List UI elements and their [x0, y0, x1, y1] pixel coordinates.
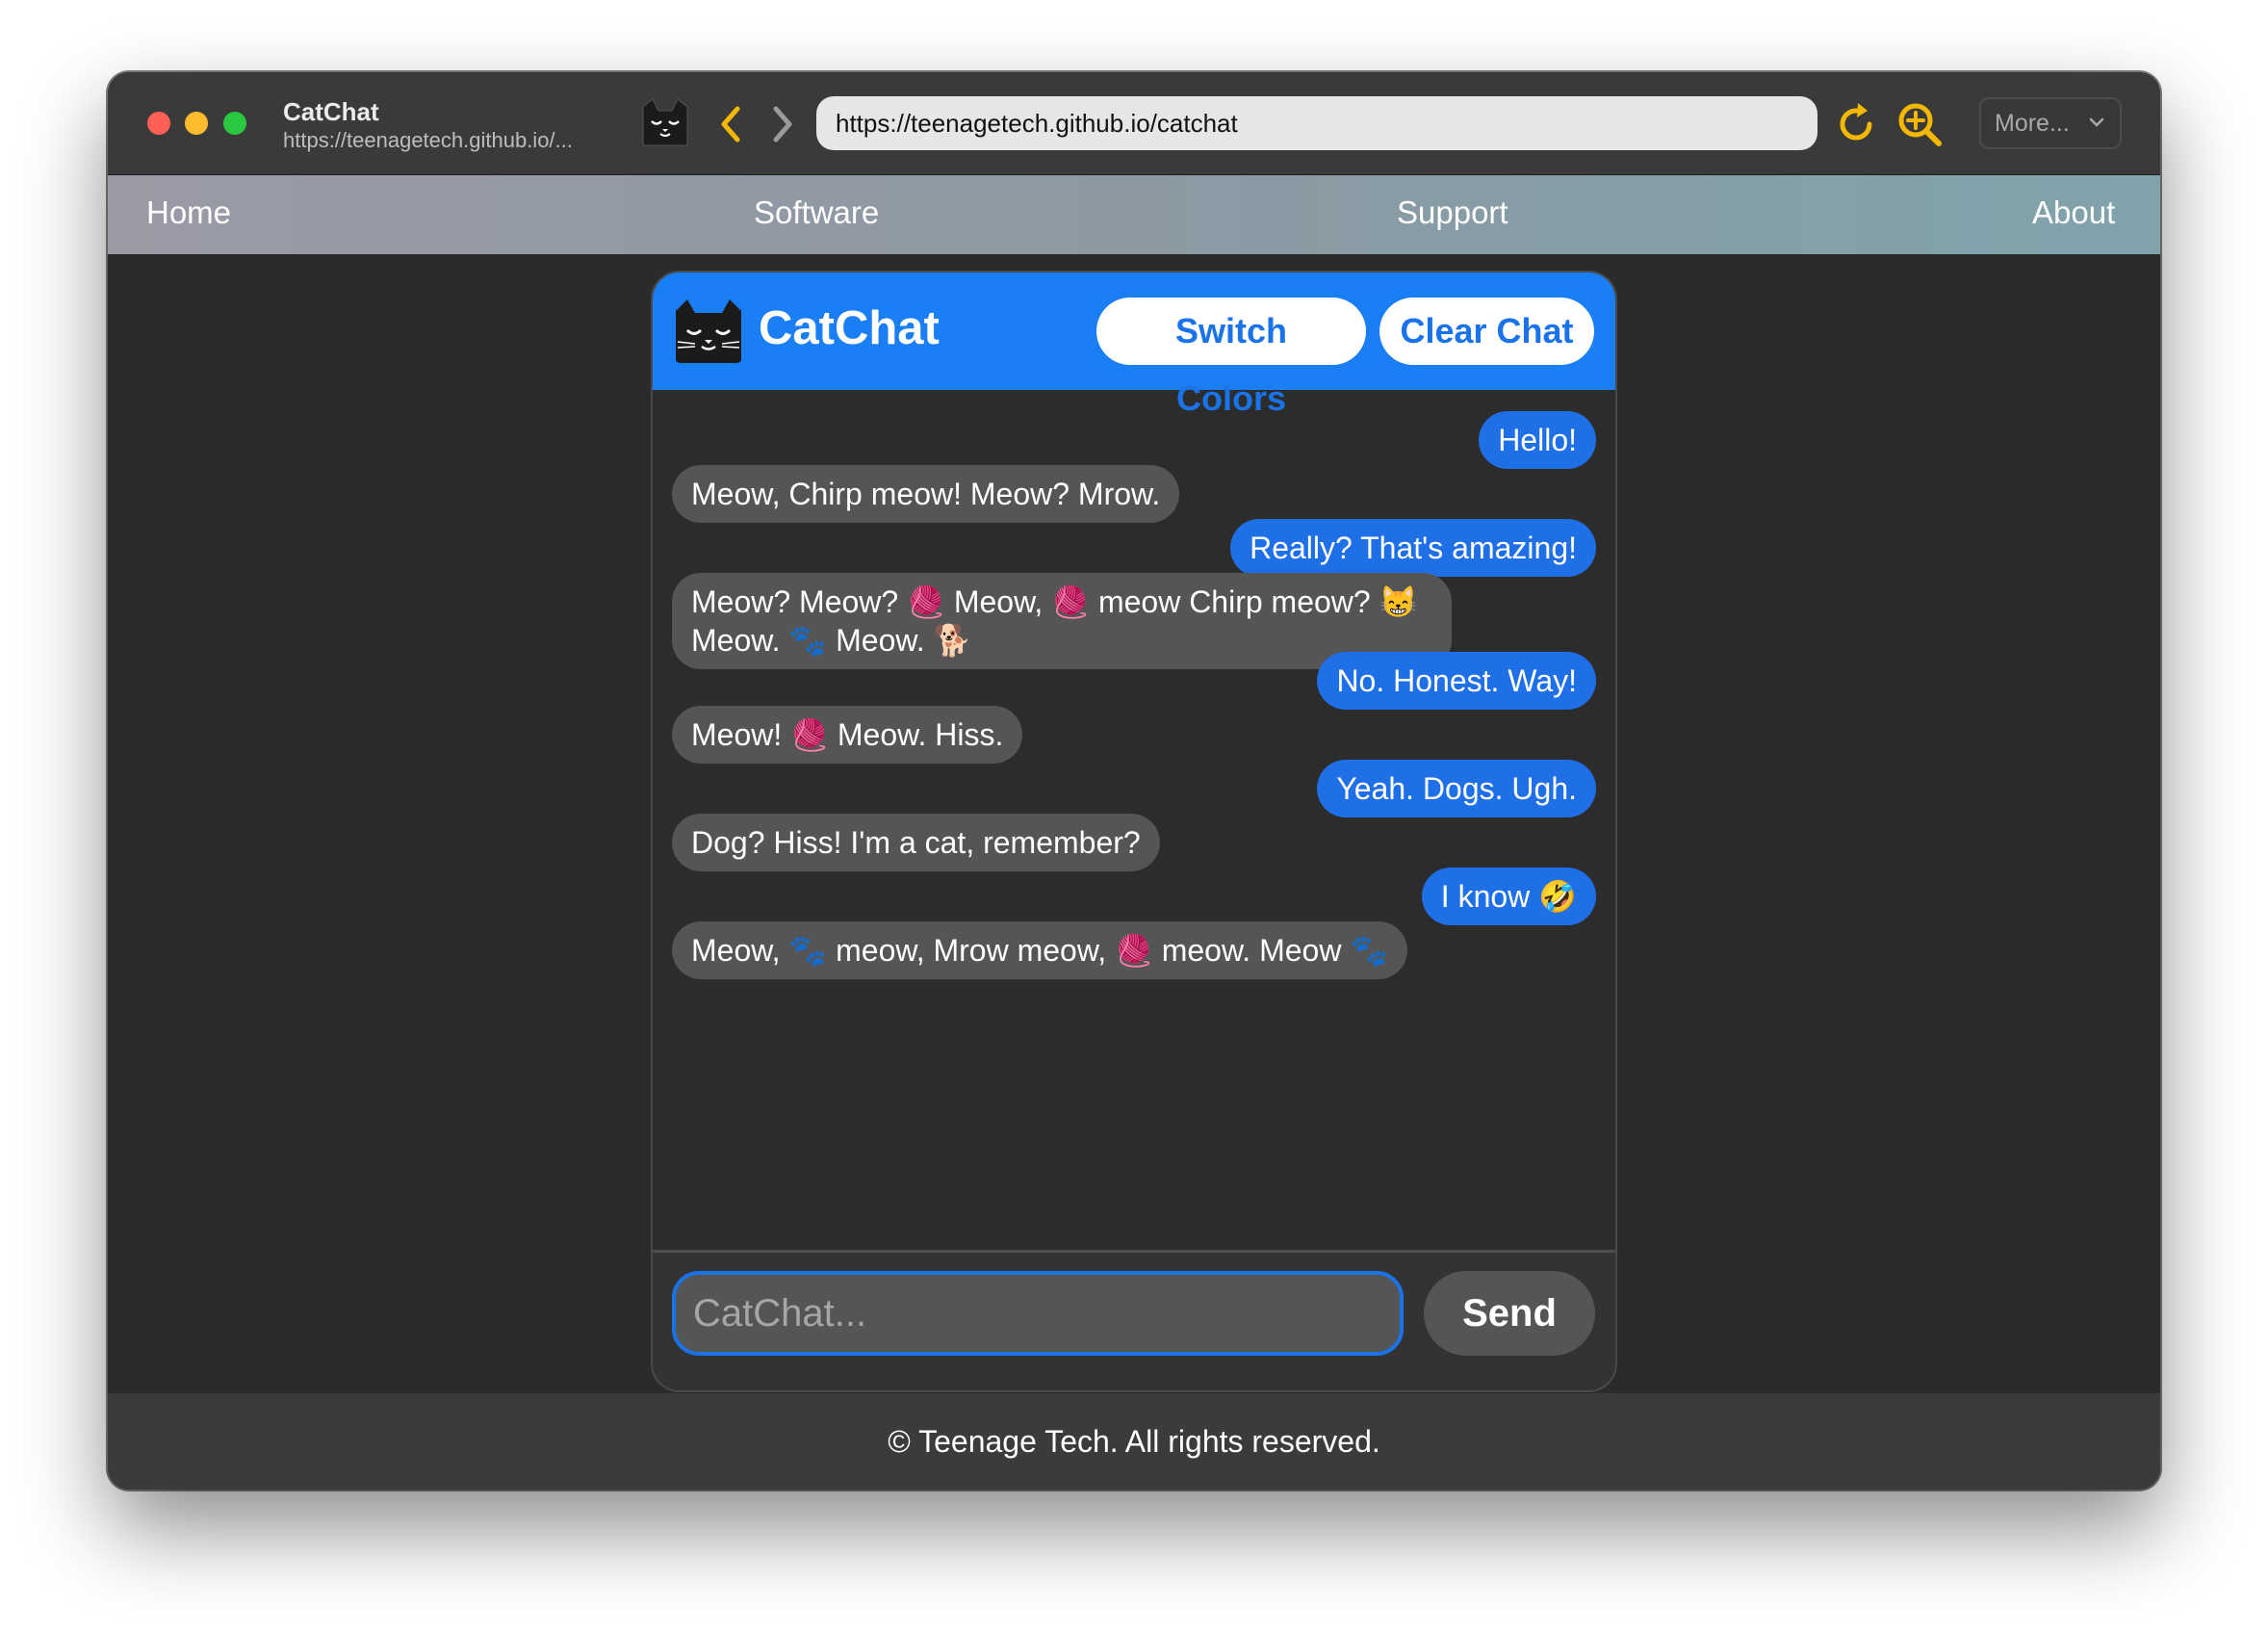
cat-logo-icon — [676, 299, 741, 363]
nav-home-link[interactable]: Home — [146, 194, 231, 231]
message-user: Really? That's amazing! — [1230, 519, 1596, 577]
clear-chat-button[interactable]: Clear Chat — [1379, 298, 1594, 365]
site-navigation: Home Software Support About — [108, 175, 2160, 254]
zoom-window-button[interactable] — [223, 112, 246, 135]
chat-message-input[interactable] — [672, 1271, 1404, 1356]
close-window-button[interactable] — [147, 112, 170, 135]
window-title: CatChat — [283, 97, 379, 126]
message-user: I know 🤣 — [1421, 868, 1596, 925]
window-subtitle-url: https://teenagetech.github.io/... — [283, 128, 573, 152]
title-bar: CatChat https://teenagetech.github.io/..… — [108, 72, 2160, 175]
more-dropdown-label: More... — [1995, 110, 2070, 137]
address-bar[interactable]: https://teenagetech.github.io/catchat — [816, 96, 1817, 150]
message-user: No. Honest. Way! — [1317, 652, 1596, 710]
chevron-down-icon — [2089, 117, 2104, 127]
chat-header: CatChat Switch Colors Clear Chat — [653, 272, 1615, 418]
cat-app-icon — [642, 98, 688, 146]
message-user: Hello! — [1479, 411, 1596, 469]
reload-icon[interactable] — [1831, 99, 1881, 149]
forward-icon[interactable] — [766, 103, 799, 145]
send-button[interactable]: Send — [1424, 1271, 1595, 1356]
message-cat: Dog? Hiss! I'm a cat, remember? — [672, 814, 1160, 871]
minimize-window-button[interactable] — [185, 112, 208, 135]
message-cat: Meow! 🧶 Meow. Hiss. — [672, 706, 1023, 764]
nav-software-link[interactable]: Software — [754, 194, 879, 231]
chat-input-area: Send — [653, 1250, 1615, 1390]
message-user: Yeah. Dogs. Ugh. — [1317, 760, 1596, 817]
nav-support-link[interactable]: Support — [1397, 194, 1508, 231]
chat-title: CatChat — [759, 302, 940, 354]
more-dropdown[interactable]: More... — [1979, 97, 2122, 149]
page-footer: © Teenage Tech. All rights reserved. — [108, 1393, 2160, 1490]
back-icon[interactable] — [714, 103, 747, 145]
browser-window: CatChat https://teenagetech.github.io/..… — [108, 72, 2160, 1490]
message-list: Hello! Meow, Chirp meow! Meow? Mrow. Rea… — [653, 390, 1615, 1250]
message-cat: Meow, 🐾 meow, Mrow meow, 🧶 meow. Meow 🐾 — [672, 921, 1408, 979]
message-cat: Meow, Chirp meow! Meow? Mrow. — [672, 465, 1180, 523]
nav-about-link[interactable]: About — [2032, 194, 2115, 231]
chat-panel: CatChat Switch Colors Clear Chat Hello! … — [651, 271, 1617, 1392]
switch-colors-button[interactable]: Switch Colors — [1096, 298, 1366, 418]
zoom-in-icon[interactable] — [1894, 99, 1945, 149]
